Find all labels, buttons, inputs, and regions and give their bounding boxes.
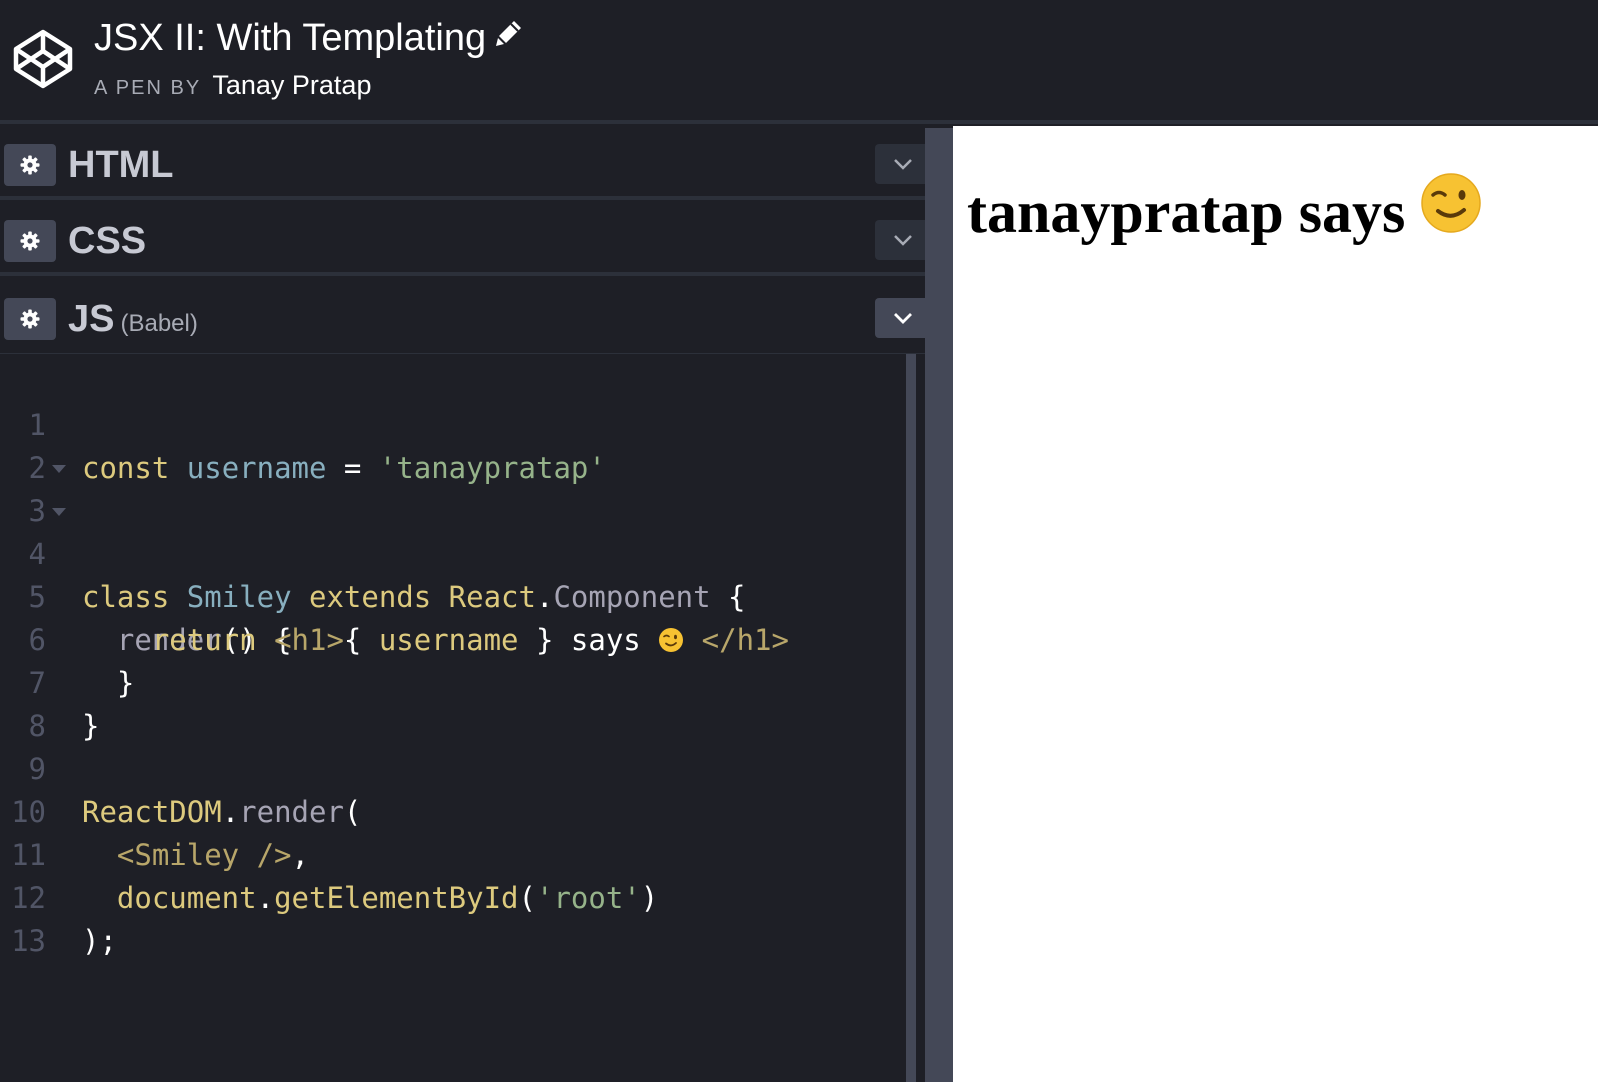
html-panel-header[interactable]: HTML (0, 128, 943, 200)
css-panel-label: CSS (68, 218, 146, 264)
js-settings-button[interactable] (4, 298, 56, 340)
pen-byline: A PEN BY Tanay Pratap (94, 70, 371, 103)
result-preview: tanaypratap says (953, 126, 1598, 1082)
gear-icon (20, 155, 40, 175)
css-collapse-button[interactable] (875, 220, 931, 260)
preview-heading-text: tanaypratap says (967, 179, 1406, 245)
gear-icon (20, 309, 40, 329)
line-number: 13 (11, 924, 46, 958)
code-line: 2 (0, 404, 928, 485)
chevron-down-icon (894, 159, 912, 170)
pencil-icon[interactable] (494, 18, 524, 48)
pen-header: JSX II: With Templating A PEN BY Tanay P… (0, 0, 1598, 124)
chevron-down-icon (894, 235, 912, 246)
js-collapse-button[interactable] (875, 298, 931, 338)
code-line: 11 document.getElementById('root') (0, 791, 928, 915)
html-settings-button[interactable] (4, 144, 56, 186)
pen-title-text: JSX II: With Templating (94, 17, 487, 59)
html-collapse-button[interactable] (875, 144, 931, 184)
code-line: 13 (0, 877, 928, 958)
author-link[interactable]: Tanay Pratap (212, 70, 371, 100)
code-line: 10 <Smiley />, (0, 748, 928, 872)
code-line: 4 render() { (0, 490, 928, 657)
html-label-text: HTML (68, 144, 174, 186)
pen-title[interactable]: JSX II: With Templating (94, 14, 524, 62)
winking-face-emoji-icon (1421, 173, 1482, 233)
editor-scrollbar[interactable] (906, 354, 916, 1082)
css-settings-button[interactable] (4, 220, 56, 262)
chevron-down-icon (894, 313, 912, 324)
js-code-editor[interactable]: 1 const username = 'tanaypratap' 2 3 cla… (0, 354, 928, 1082)
code-line: 7 } (0, 619, 928, 743)
fold-arrow-icon[interactable] (52, 465, 66, 473)
code-line: 1 const username = 'tanaypratap' (0, 361, 928, 485)
html-panel-label: HTML (68, 142, 174, 188)
css-label-text: CSS (68, 220, 147, 262)
code-line: 8 (0, 662, 928, 743)
js-panel-label: JS (Babel) (68, 296, 198, 347)
code-line: 9 ReactDOM.render( (0, 705, 928, 829)
css-panel-header[interactable]: CSS (0, 204, 943, 276)
js-preprocessor-label: (Babel) (120, 310, 198, 337)
js-label-text: JS (68, 298, 115, 340)
editor-column: HTML CSS JS (Babel) 1 const username = '… (0, 128, 943, 1082)
gear-icon (20, 231, 40, 251)
code-line: 12 ); (0, 834, 928, 958)
code-line: 3 class Smiley extends React.Component { (0, 447, 928, 614)
fold-arrow-icon[interactable] (52, 508, 66, 516)
preview-heading: tanaypratap says (967, 172, 1482, 248)
js-panel-header[interactable]: JS (Babel) (0, 282, 943, 354)
code-line: 6 } (0, 576, 928, 700)
byline-prefix: A PEN BY (94, 77, 201, 99)
resizer-edge (925, 128, 943, 1082)
code-line: 5 return <h1>{ username } says </h1> (0, 533, 928, 657)
editor-preview-resizer[interactable] (943, 128, 953, 1082)
codepen-logo-icon[interactable] (12, 28, 74, 90)
